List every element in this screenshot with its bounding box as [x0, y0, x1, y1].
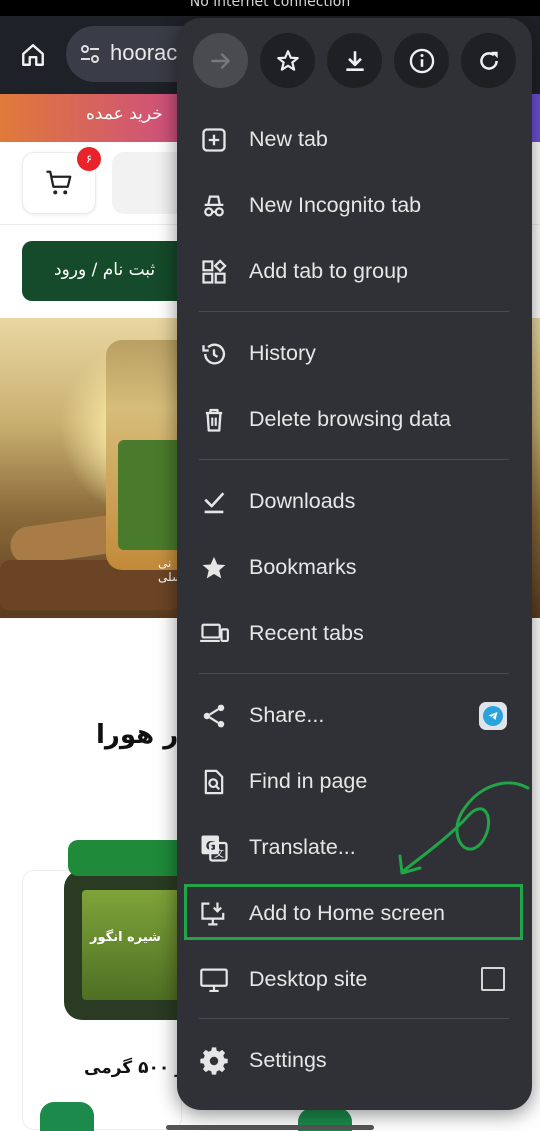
forward-button[interactable] — [193, 33, 248, 88]
status-bar: No internet connection — [0, 0, 540, 16]
download-button[interactable] — [327, 33, 382, 88]
desktop-site-checkbox[interactable] — [481, 967, 505, 991]
product-jar-lid — [68, 840, 190, 876]
home-icon — [22, 44, 44, 66]
telegram-share-target[interactable] — [479, 702, 507, 730]
product-label-text: شیره انگور — [90, 930, 161, 945]
history-icon — [199, 339, 229, 369]
menu-item-delete-browsing-data[interactable]: Delete browsing data — [177, 386, 532, 452]
menu-item-recent-tabs[interactable]: Recent tabs — [177, 600, 532, 666]
product-image: شیره انگور — [64, 840, 194, 1020]
menu-item-add-tab-to-group[interactable]: Add tab to group — [177, 238, 532, 304]
screen: No internet connection hoorac خرید عمده … — [0, 0, 540, 1131]
recent-tabs-icon — [199, 619, 229, 649]
menu-item-label: New tab — [249, 127, 328, 151]
refresh-button[interactable] — [461, 33, 516, 88]
annotation-highlight-box — [184, 884, 523, 940]
downloads-icon — [199, 487, 229, 517]
section-title: ار هورا — [96, 720, 188, 750]
product-jar-label: شیره انگور — [82, 890, 182, 1000]
menu-item-label: Desktop site — [249, 967, 368, 991]
site-settings-icon[interactable] — [78, 42, 102, 66]
settings-icon — [199, 1046, 229, 1076]
url-text: hoorac — [110, 40, 178, 65]
bookmarks-icon — [199, 553, 229, 583]
svg-text:文: 文 — [214, 847, 224, 860]
menu-separator — [199, 1018, 509, 1019]
menu-item-label: Bookmarks — [249, 555, 357, 579]
menu-item-label: Delete browsing data — [249, 407, 451, 431]
menu-item-downloads[interactable]: Downloads — [177, 468, 532, 534]
gesture-bar — [166, 1125, 374, 1130]
status-text: No internet connection — [189, 0, 351, 10]
login-label: ثبت نام / ورود — [54, 260, 156, 280]
find-in-page-icon — [199, 767, 229, 797]
incognito-icon — [199, 191, 229, 221]
download-icon — [345, 50, 364, 71]
menu-item-label: Translate... — [249, 835, 356, 859]
menu-item-share[interactable]: Share... — [177, 682, 532, 748]
new-tab-icon — [199, 125, 229, 155]
page-info-button[interactable] — [394, 33, 449, 88]
menu-item-label: Add tab to group — [249, 259, 408, 283]
home-button[interactable] — [14, 36, 52, 74]
menu-item-label: Find in page — [249, 769, 368, 793]
cart-count-badge: ۶ — [77, 147, 101, 171]
menu-item-desktop-site[interactable]: Desktop site — [177, 946, 532, 1012]
refresh-icon — [479, 51, 498, 70]
menu-item-bookmarks[interactable]: Bookmarks — [177, 534, 532, 600]
share-icon — [199, 701, 229, 731]
menu-item-label: Recent tabs — [249, 621, 364, 645]
cart-icon — [46, 170, 72, 195]
menu-item-label: History — [249, 341, 316, 365]
menu-item-new-tab[interactable]: New tab — [177, 106, 532, 172]
trash-icon — [199, 405, 229, 435]
overflow-menu: New tab New Incognito tab Add tab to gro… — [177, 18, 532, 1110]
menu-separator — [199, 311, 509, 312]
tab-group-icon — [199, 257, 229, 287]
bookmark-star-icon — [276, 49, 299, 71]
menu-item-label: Share... — [249, 703, 325, 727]
translate-icon: G文 — [199, 833, 229, 863]
menu-item-incognito[interactable]: New Incognito tab — [177, 172, 532, 238]
annotation-arrow-icon — [398, 781, 530, 875]
menu-item-settings[interactable]: Settings — [177, 1027, 532, 1093]
menu-item-label: New Incognito tab — [249, 193, 422, 217]
menu-item-label: Downloads — [249, 489, 356, 513]
menu-separator — [199, 459, 509, 460]
add-to-cart-button[interactable] — [40, 1102, 94, 1131]
bookmark-button[interactable] — [260, 33, 315, 88]
menu-item-label: Settings — [249, 1048, 327, 1072]
menu-item-history[interactable]: History — [177, 320, 532, 386]
menu-icon-row — [193, 33, 517, 89]
banner-text: خرید عمده — [86, 104, 163, 124]
desktop-icon — [199, 965, 229, 995]
menu-separator — [199, 673, 509, 674]
info-icon — [409, 48, 434, 73]
forward-icon — [210, 52, 230, 69]
telegram-icon — [483, 706, 503, 726]
